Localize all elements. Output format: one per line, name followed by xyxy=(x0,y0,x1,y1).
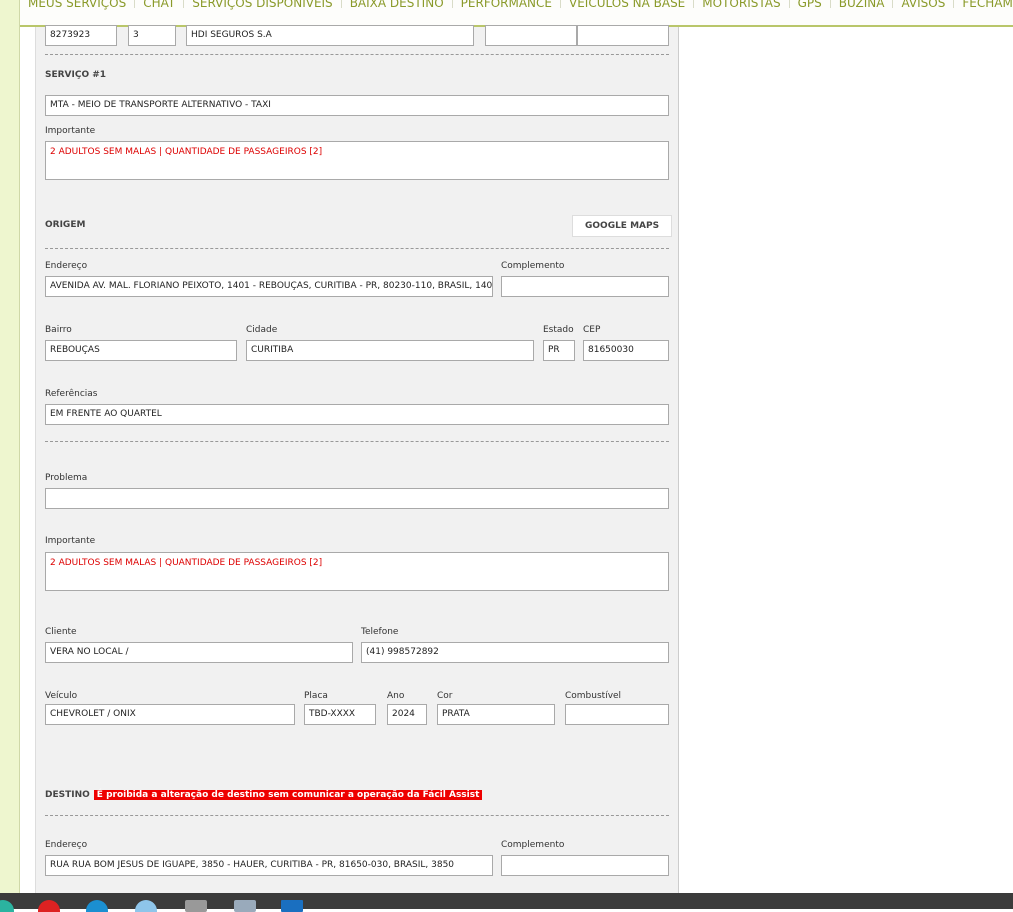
complement-label: Complemento xyxy=(501,840,565,850)
fuel-field[interactable] xyxy=(565,704,669,725)
divider xyxy=(45,815,669,816)
city-field[interactable]: CURITIBA xyxy=(246,340,534,361)
nav-chat[interactable]: CHAT xyxy=(135,0,185,9)
divider xyxy=(45,248,669,249)
nav-meus-servicos[interactable]: MEUS SERVIÇOS xyxy=(20,0,136,9)
browser-icon[interactable] xyxy=(135,900,157,912)
problem-label: Problema xyxy=(45,473,88,483)
origin-complement-field[interactable] xyxy=(501,276,669,297)
references-label: Referências xyxy=(45,389,98,399)
important-label: Importante xyxy=(45,126,96,136)
edge-icon[interactable] xyxy=(86,900,108,912)
nav-gps[interactable]: GPS xyxy=(790,0,831,9)
year-field[interactable]: 2024 xyxy=(387,704,427,725)
client-field[interactable]: VERA NO LOCAL / xyxy=(45,642,353,663)
vehicle-label: Veículo xyxy=(45,691,78,701)
state-field[interactable]: PR xyxy=(543,340,575,361)
district-field[interactable]: REBOUÇAS xyxy=(45,340,237,361)
nav-performance[interactable]: PERFORMANCE xyxy=(453,0,561,9)
year-label: Ano xyxy=(387,691,405,701)
opera-icon[interactable] xyxy=(38,900,60,912)
complement-label: Complemento xyxy=(501,261,565,271)
nav-fechamento[interactable]: FECHAMENTO xyxy=(954,0,1013,9)
nav-veiculos-na-base[interactable]: VEÍCULOS NA BASE xyxy=(561,0,695,9)
left-sidebar-strip xyxy=(0,0,20,893)
cep-field[interactable]: 81650030 xyxy=(583,340,669,361)
plate-label: Placa xyxy=(304,691,328,701)
divider xyxy=(45,54,669,55)
service-type-field[interactable]: MTA - MEIO DE TRANSPORTE ALTERNATIVO - T… xyxy=(45,95,669,116)
top-field-4[interactable] xyxy=(485,25,577,46)
city-label: Cidade xyxy=(246,325,278,335)
top-nav: MEUS SERVIÇOS CHAT SERVIÇOS DISPONÍVEIS BAI… xyxy=(20,0,1013,27)
address-label: Endereço xyxy=(45,840,88,850)
origin-address-field[interactable]: AVENIDA AV. MAL. FLORIANO PEIXOTO, 1401 … xyxy=(45,276,493,297)
divider xyxy=(45,441,669,442)
color-label: Cor xyxy=(437,691,453,701)
number-field[interactable]: 3 xyxy=(128,25,176,46)
nav-buzina[interactable]: BUZINA xyxy=(831,0,894,9)
computer-icon[interactable] xyxy=(234,900,256,912)
protocol-field[interactable]: 8273923 xyxy=(45,25,117,46)
company-field[interactable]: HDI SEGUROS S.A xyxy=(186,25,474,46)
district-label: Bairro xyxy=(45,325,72,335)
phone-field[interactable]: (41) 998572892 xyxy=(361,642,669,663)
service-title: SERVIÇO #1 xyxy=(45,70,107,80)
destination-title-text: DESTINO xyxy=(45,790,90,800)
nav-baixa-destino[interactable]: BAIXA DESTINO xyxy=(342,0,453,9)
window-icon[interactable] xyxy=(281,900,303,912)
destination-title: DESTINO É proibida a alteração de destino… xyxy=(45,790,483,800)
state-label: Estado xyxy=(543,325,574,335)
nav-avisos[interactable]: AVISOS xyxy=(893,0,955,9)
problem-field[interactable] xyxy=(45,488,669,509)
important-label: Importante xyxy=(45,536,96,546)
nav-motoristas[interactable]: MOTORISTAS xyxy=(694,0,790,9)
taskbar-app-icon[interactable] xyxy=(0,900,14,912)
top-field-5[interactable] xyxy=(577,25,669,46)
service-important-textarea[interactable]: 2 ADULTOS SEM MALAS | QUANTIDADE DE PASS… xyxy=(45,141,669,180)
destination-complement-field[interactable] xyxy=(501,855,669,876)
vehicle-field[interactable]: CHEVROLET / ONIX xyxy=(45,704,295,725)
destination-warning: É proibida a alteração de destino sem co… xyxy=(93,790,483,800)
nav-servicos-disponiveis[interactable]: SERVIÇOS DISPONÍVEIS xyxy=(184,0,342,9)
address-label: Endereço xyxy=(45,261,88,271)
plate-field[interactable]: TBD-XXXX xyxy=(304,704,376,725)
color-field[interactable]: PRATA xyxy=(437,704,555,725)
phone-label: Telefone xyxy=(361,627,399,637)
taskbar xyxy=(0,893,1013,912)
cep-label: CEP xyxy=(583,325,601,335)
problem-important-textarea[interactable]: 2 ADULTOS SEM MALAS | QUANTIDADE DE PASS… xyxy=(45,552,669,591)
origin-title: ORIGEM xyxy=(45,220,86,230)
client-label: Cliente xyxy=(45,627,77,637)
destination-address-field[interactable]: RUA RUA BOM JESUS DE IGUAPE, 3850 - HAUE… xyxy=(45,855,493,876)
google-maps-button[interactable]: GOOGLE MAPS xyxy=(572,215,673,237)
fuel-label: Combustível xyxy=(565,691,622,701)
app-icon[interactable] xyxy=(185,900,207,912)
references-field[interactable]: EM FRENTE AO QUARTEL xyxy=(45,404,669,425)
